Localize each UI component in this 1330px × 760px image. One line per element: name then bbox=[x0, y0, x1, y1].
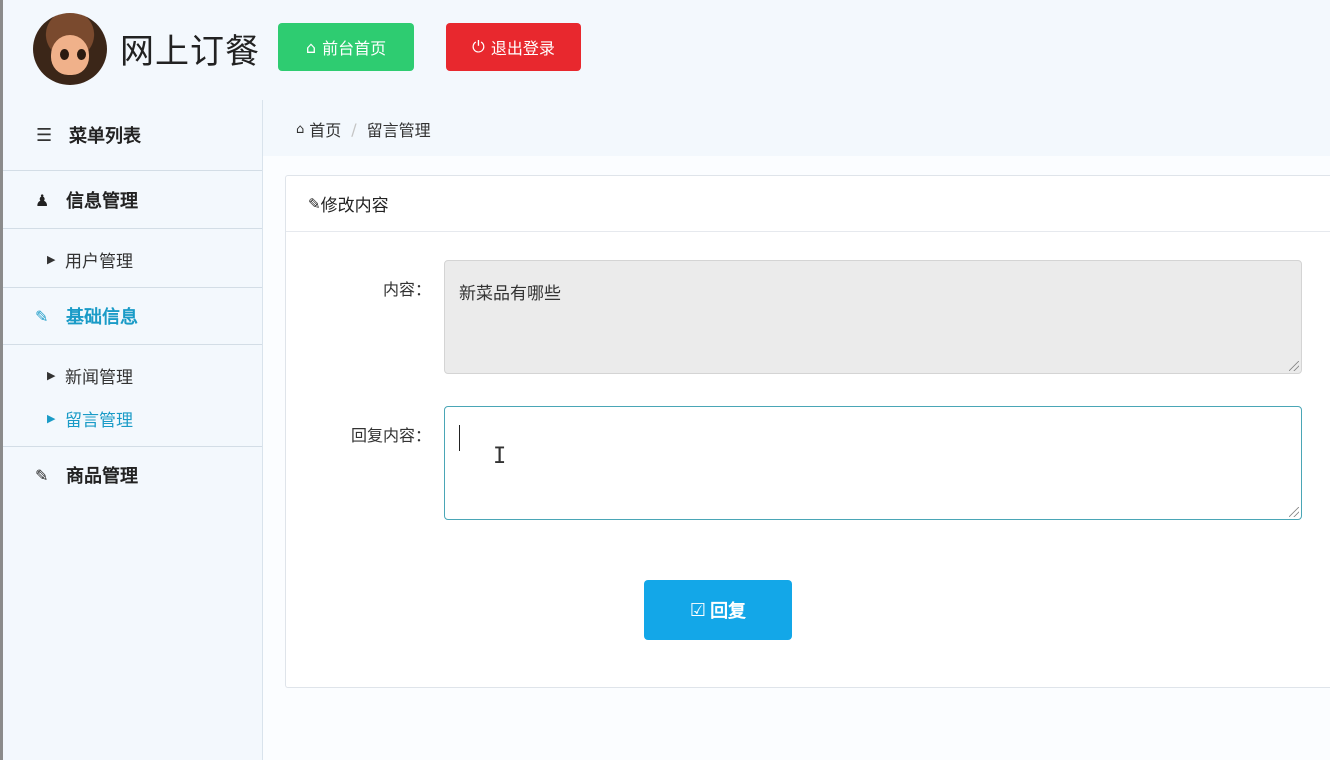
panel-title: 修改内容 bbox=[320, 196, 389, 216]
breadcrumb-separator: / bbox=[351, 119, 357, 139]
check-square-icon: ☑ bbox=[689, 599, 707, 621]
content-value: 新菜品有哪些 bbox=[459, 284, 561, 304]
breadcrumb-home[interactable]: 首页 bbox=[309, 117, 341, 141]
sidebar-group-label: 信息管理 bbox=[66, 191, 138, 212]
ibeam-cursor-icon: I bbox=[493, 444, 507, 469]
sidebar-group-basic[interactable]: ✎ 基础信息 bbox=[3, 288, 262, 345]
breadcrumb: ⌂ 首页 / 留言管理 bbox=[296, 117, 431, 141]
logout-button[interactable]: ⏻ 退出登录 bbox=[446, 23, 581, 71]
reply-button[interactable]: ☑ 回复 bbox=[644, 580, 792, 640]
home-icon: ⌂ bbox=[305, 37, 317, 57]
caret-right-icon: ▶ bbox=[47, 369, 56, 382]
resize-grip-icon[interactable] bbox=[1289, 361, 1299, 371]
reply-textarea[interactable]: I bbox=[444, 406, 1302, 520]
home-button[interactable]: ⌂ 前台首页 bbox=[278, 23, 414, 71]
reply-label: 回复内容： bbox=[350, 426, 431, 445]
sidebar-subgroup-info: ▶ 用户管理 bbox=[3, 229, 262, 288]
edit-icon: ✎ bbox=[308, 194, 321, 213]
sidebar-item-label: 新闻管理 bbox=[65, 368, 133, 388]
resize-grip-icon[interactable] bbox=[1289, 507, 1299, 517]
caret-right-icon: ▶ bbox=[47, 412, 56, 425]
user-icon: ♟ bbox=[35, 190, 50, 210]
reply-button-label: 回复 bbox=[710, 601, 747, 622]
sidebar-subgroup-basic: ▶ 新闻管理 ▶ 留言管理 bbox=[3, 345, 262, 447]
edit-icon: ✎ bbox=[35, 306, 49, 326]
sidebar-header: ☰ 菜单列表 bbox=[3, 100, 262, 171]
sidebar-group-label: 商品管理 bbox=[66, 466, 138, 487]
sidebar-item-label: 留言管理 bbox=[65, 411, 133, 431]
sidebar-item-news[interactable]: ▶ 新闻管理 bbox=[3, 363, 262, 388]
sidebar-group-label: 基础信息 bbox=[66, 307, 138, 328]
sidebar-item-label: 用户管理 bbox=[65, 252, 133, 272]
content-textarea: 新菜品有哪些 bbox=[444, 260, 1302, 374]
app-title: 网上订餐 bbox=[120, 32, 260, 72]
content-label: 内容： bbox=[382, 280, 431, 299]
edit-icon: ✎ bbox=[35, 465, 49, 485]
sidebar: ☰ 菜单列表 ♟ 信息管理 ▶ 用户管理 ✎ 基础信息 ▶ 新闻管理 ▶ 留言管… bbox=[3, 100, 263, 760]
text-caret bbox=[459, 425, 460, 451]
power-icon: ⏻ bbox=[472, 37, 485, 56]
caret-right-icon: ▶ bbox=[47, 253, 56, 266]
sidebar-title: 菜单列表 bbox=[69, 126, 141, 147]
sidebar-group-products[interactable]: ✎ 商品管理 bbox=[3, 447, 262, 503]
home-icon: ⌂ bbox=[296, 121, 305, 137]
sidebar-item-messages[interactable]: ▶ 留言管理 bbox=[3, 406, 262, 431]
edit-panel: ✎ 修改内容 内容： 新菜品有哪些 回复内容： I ☑ 回复 bbox=[285, 175, 1330, 688]
breadcrumb-current: 留言管理 bbox=[366, 121, 431, 140]
panel-header: ✎ 修改内容 bbox=[286, 176, 1330, 232]
logout-button-label: 退出登录 bbox=[490, 39, 555, 58]
list-icon: ☰ bbox=[36, 124, 53, 146]
sidebar-group-info[interactable]: ♟ 信息管理 bbox=[3, 172, 262, 229]
top-header: 网上订餐 ⌂ 前台首页 ⏻ 退出登录 bbox=[3, 0, 1330, 100]
sidebar-item-users[interactable]: ▶ 用户管理 bbox=[3, 247, 262, 272]
home-button-label: 前台首页 bbox=[322, 39, 387, 58]
avatar bbox=[33, 13, 107, 85]
